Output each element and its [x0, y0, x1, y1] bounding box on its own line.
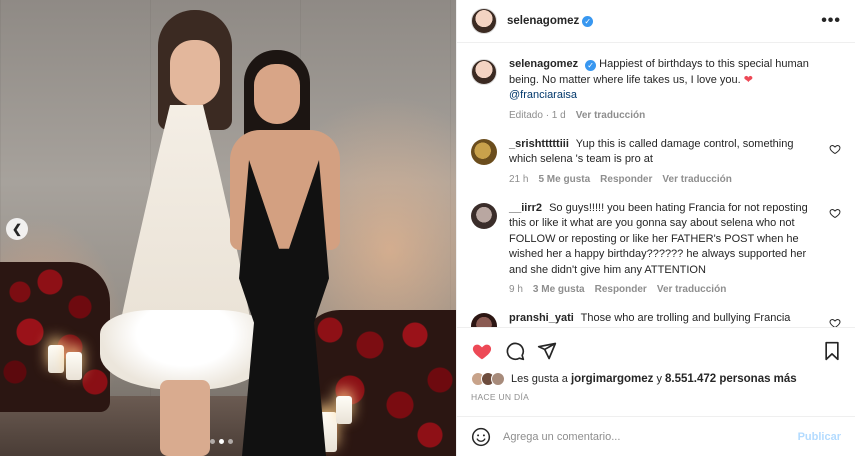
heart-outline-icon[interactable] — [829, 317, 841, 327]
comment-input[interactable] — [503, 430, 798, 443]
likes-summary: Les gusta a jorgimargomez y 8.551.472 pe… — [471, 372, 841, 386]
post-header: selenagomez ✓ ••• — [457, 0, 855, 43]
caption-username[interactable]: selenagomez — [509, 58, 578, 70]
commenter-avatar[interactable] — [471, 138, 497, 165]
heart-outline-icon[interactable] — [829, 143, 841, 155]
reply-button[interactable]: Responder — [600, 174, 652, 185]
comment-username[interactable]: __iirr2 — [509, 202, 542, 214]
author-avatar[interactable] — [471, 8, 497, 34]
comment-composer: Publicar — [457, 416, 855, 456]
caption-translate-link[interactable]: Ver traducción — [576, 110, 645, 121]
comment-icon[interactable] — [505, 341, 525, 361]
heart-outline-icon[interactable] — [829, 207, 841, 219]
verified-badge-icon: ✓ — [582, 15, 594, 27]
comment-time: 9 h — [509, 284, 523, 295]
comment-username[interactable]: pranshi_yati — [509, 312, 574, 324]
person-right — [220, 50, 360, 456]
author-username[interactable]: selenagomez — [507, 15, 579, 27]
comment-item: pranshi_yati Those who are trolling and … — [471, 311, 841, 327]
comment-likes-count[interactable]: 5 Me gusta — [538, 174, 590, 185]
comment-username[interactable]: _srishtttttiii — [509, 138, 569, 150]
liker-username[interactable]: jorgimargomez — [571, 373, 653, 385]
commenter-avatar[interactable] — [471, 202, 497, 229]
likes-count[interactable]: 8.551.472 personas más — [665, 373, 797, 385]
post-sidebar: selenagomez ✓ ••• selenagomez ✓ Happiest … — [456, 0, 855, 456]
translate-link[interactable]: Ver traducción — [657, 284, 726, 295]
carousel-dot — [228, 439, 233, 444]
author-avatar[interactable] — [471, 59, 497, 85]
likes-connector: y — [656, 373, 662, 385]
reply-button[interactable]: Responder — [595, 284, 647, 295]
carousel-dot — [210, 439, 215, 444]
comment-item: _srishtttttiii Yup this is called damage… — [471, 137, 841, 185]
liker-avatars — [471, 372, 505, 386]
carousel-dot-active — [219, 439, 224, 444]
commenter-avatar[interactable] — [471, 313, 497, 327]
comments-list[interactable]: selenagomez ✓ Happiest of birthdays to th… — [457, 43, 855, 327]
post-date: HACE UN DÍA — [471, 392, 530, 402]
red-heart-emoji: ❤ — [743, 73, 754, 86]
send-icon[interactable] — [537, 341, 557, 361]
caption-edited-time: Editado · 1 d — [509, 109, 566, 121]
instagram-post-modal: ❮ selenagomez ✓ ••• selenagomez ✓ Happie… — [0, 0, 855, 474]
caption-mention-link[interactable]: @franciaraisa — [509, 89, 577, 101]
translate-link[interactable]: Ver traducción — [662, 174, 731, 185]
emoji-icon[interactable] — [471, 427, 491, 447]
likes-prefix: Les gusta a — [511, 373, 568, 385]
comment-time: 21 h — [509, 173, 529, 185]
verified-badge-icon: ✓ — [585, 60, 597, 72]
comment-item: __iirr2 So guys!!!!! you been hating Fra… — [471, 201, 841, 295]
comment-text: So guys!!!!! you been hating Francia for… — [509, 201, 808, 276]
publish-button[interactable]: Publicar — [798, 431, 841, 443]
carousel-dots — [210, 439, 233, 444]
caption: selenagomez ✓ Happiest of birthdays to th… — [471, 57, 841, 121]
comment-likes-count[interactable]: 3 Me gusta — [533, 284, 585, 295]
bookmark-icon[interactable] — [823, 341, 841, 361]
chevron-left-icon[interactable]: ❮ — [6, 218, 28, 240]
post-photo[interactable]: ❮ — [0, 0, 456, 456]
heart-filled-icon[interactable] — [471, 340, 493, 362]
more-options-icon[interactable]: ••• — [821, 13, 841, 29]
post-actions: Les gusta a jorgimargomez y 8.551.472 pe… — [457, 327, 855, 406]
